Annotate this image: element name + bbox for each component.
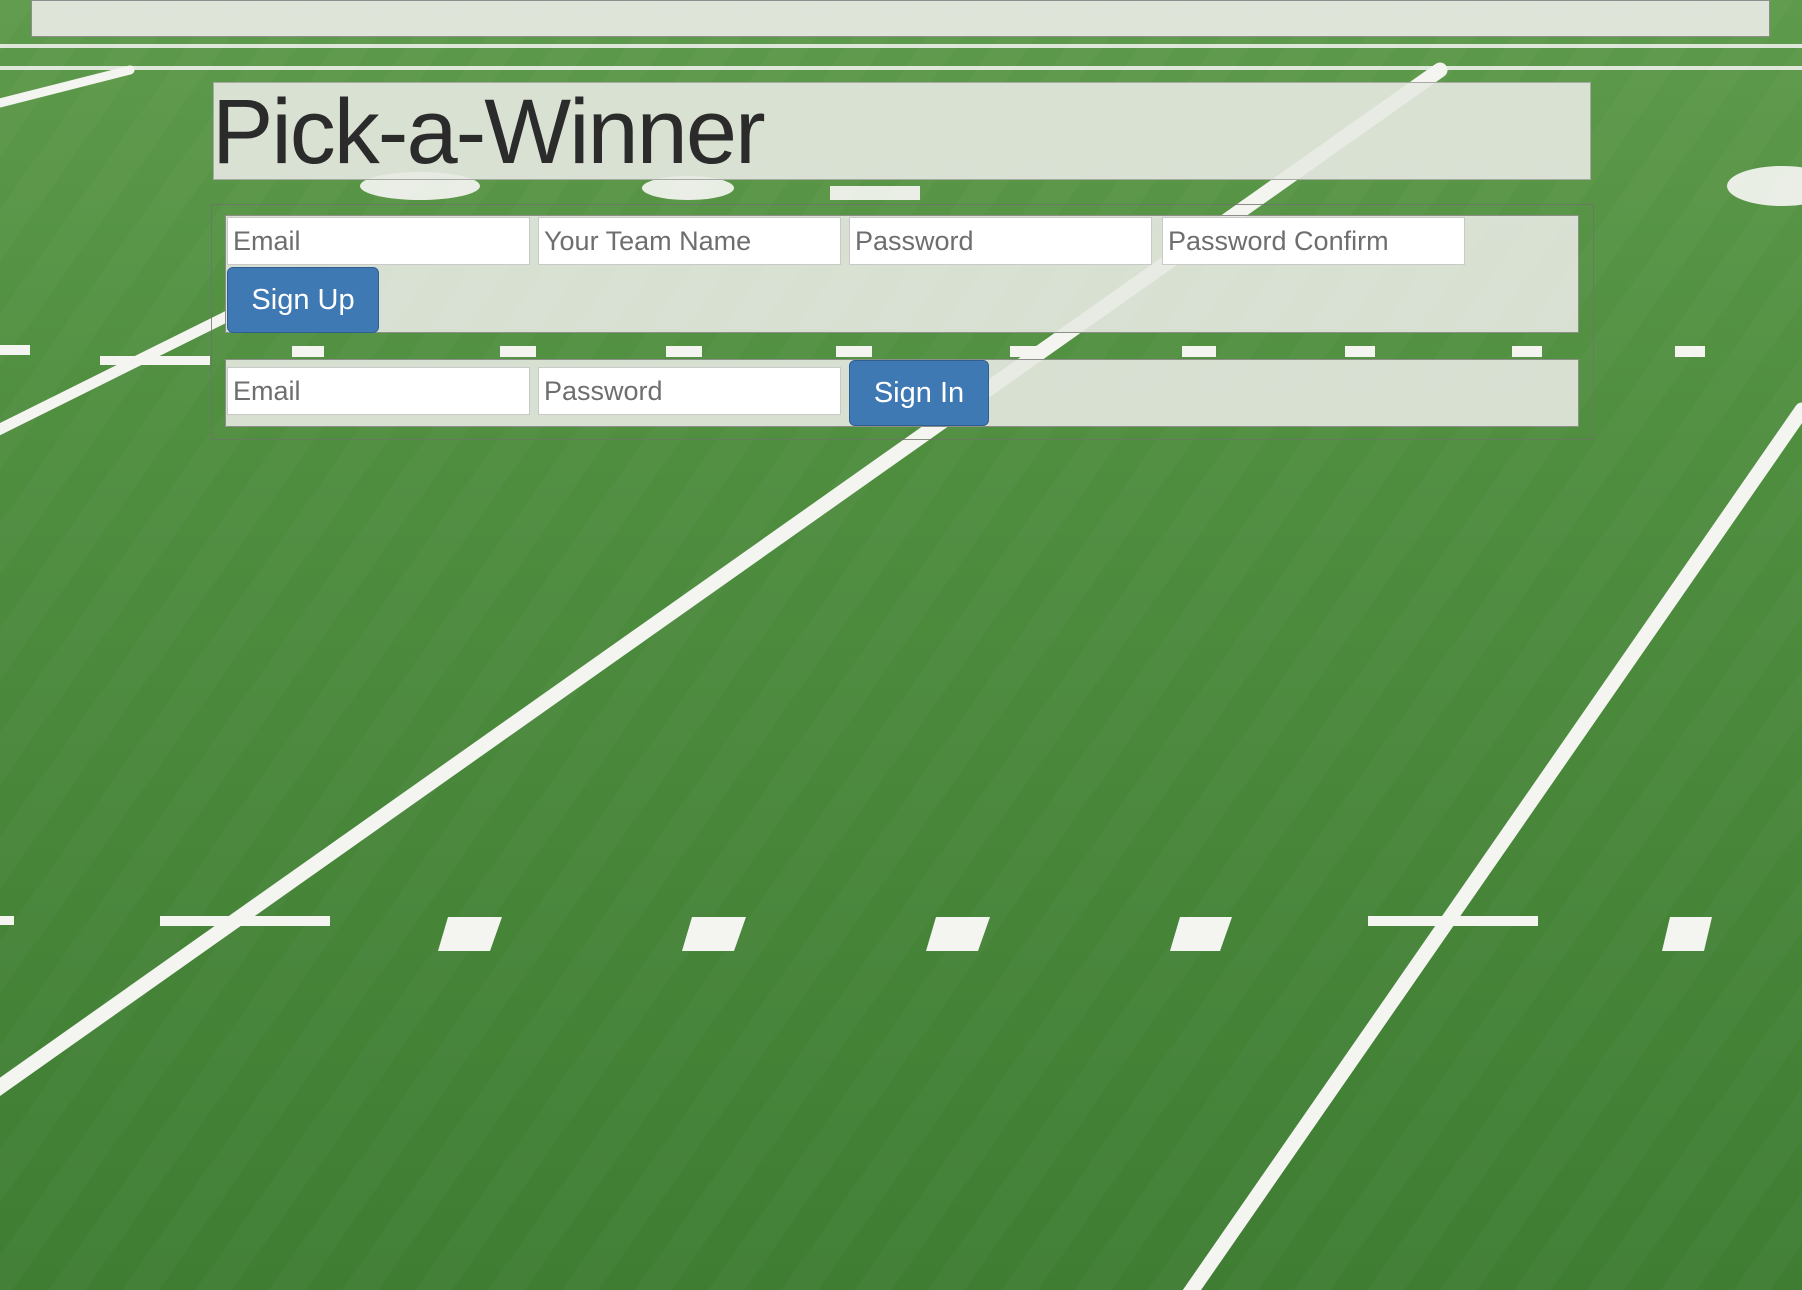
sign-up-button[interactable]: Sign Up bbox=[227, 267, 379, 333]
signup-email-field[interactable] bbox=[227, 217, 530, 265]
signin-email-field[interactable] bbox=[227, 367, 530, 415]
signin-form: Sign In bbox=[225, 359, 1579, 427]
title-panel: Pick-a-Winner bbox=[213, 82, 1591, 180]
signin-password-field[interactable] bbox=[538, 367, 841, 415]
signup-password-field[interactable] bbox=[849, 217, 1152, 265]
signup-team-name-field[interactable] bbox=[538, 217, 841, 265]
page-title: Pick-a-Winner bbox=[213, 82, 766, 180]
signup-password-confirm-field[interactable] bbox=[1162, 217, 1465, 265]
top-navbar bbox=[31, 0, 1770, 37]
sign-in-button[interactable]: Sign In bbox=[849, 360, 989, 426]
football-field-background bbox=[0, 0, 1802, 1290]
signup-form: Sign Up bbox=[225, 215, 1579, 333]
